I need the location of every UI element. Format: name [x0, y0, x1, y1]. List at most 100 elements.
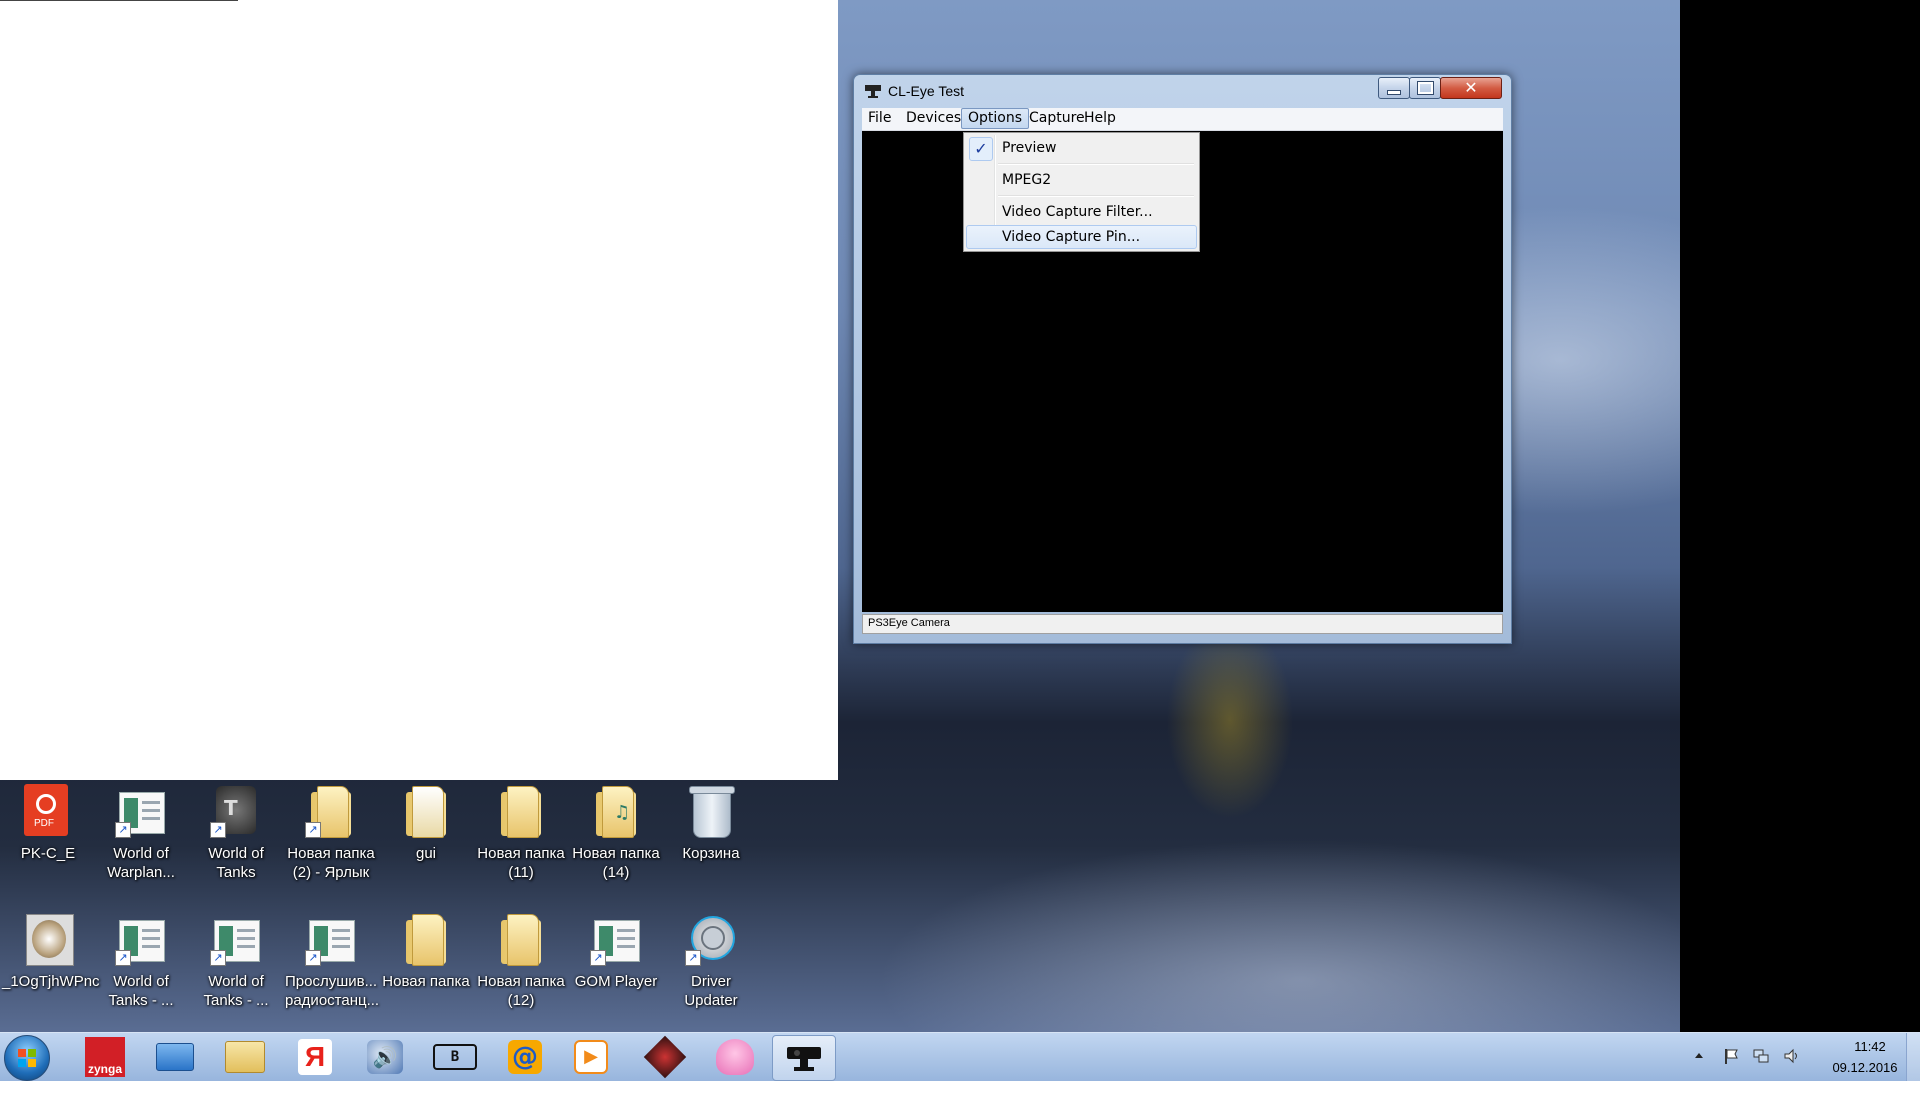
taskbar-mail[interactable]: [144, 1035, 206, 1079]
menu-item-label: Video Capture Filter...: [1002, 204, 1153, 220]
desktop-icon-label: Прослушив... радиостанц...: [285, 973, 380, 1009]
menu-devices[interactable]: Devices: [900, 109, 967, 128]
desktop-icon-label: PK-C_E: [20, 845, 76, 862]
desktop-icon-label: Корзина: [682, 845, 740, 862]
yandex-icon: Я: [298, 1039, 332, 1075]
desktop-icon-label: World of Tanks - ...: [108, 973, 174, 1009]
taskbar-volume-app[interactable]: 🔊: [354, 1035, 416, 1079]
desktop-icon-label: World of Warplan...: [107, 845, 175, 881]
window-title: CL-Eye Test: [888, 83, 964, 99]
taskbar-media-player[interactable]: ▶: [560, 1035, 622, 1079]
show-desktop-button[interactable]: [1906, 1033, 1920, 1081]
shortcut-app-icon: ↗: [305, 912, 355, 968]
pdf-icon: PDF: [24, 784, 72, 840]
desktop-icon-label: Новая папка (11): [477, 845, 565, 881]
music-folder-icon: ♫: [592, 784, 640, 840]
speaker-icon[interactable]: [1782, 1047, 1800, 1065]
recycle-bin-icon: [687, 784, 735, 840]
clock-date[interactable]: 09.12.2016: [1820, 1060, 1910, 1075]
desktop-icon-label: Driver Updater: [684, 973, 738, 1009]
desktop-icon-world-of-tanks-3[interactable]: ↗ World of Tanks - ...: [190, 908, 282, 1028]
menu-item-label: Preview: [1002, 140, 1057, 156]
shortcut-app-icon: ↗: [210, 912, 260, 968]
taskbar-mail-ru[interactable]: @: [494, 1035, 556, 1079]
folder-icon: [402, 912, 450, 968]
mail-icon: [156, 1043, 194, 1071]
taskbar-zynga[interactable]: zynga: [74, 1035, 136, 1079]
menu-item-mpeg2[interactable]: MPEG2: [966, 167, 1195, 193]
maximize-button[interactable]: [1409, 77, 1441, 99]
network-icon[interactable]: [1752, 1047, 1770, 1065]
desktop-icon-1ogtjhwpnc[interactable]: _1OgTjhWPnc: [2, 908, 100, 1028]
game-icon: [643, 1035, 687, 1079]
mail-ru-icon: @: [508, 1040, 542, 1074]
menu-item-preview[interactable]: ✓ Preview: [966, 135, 1195, 161]
minimize-button[interactable]: [1378, 77, 1410, 99]
desktop-icon-label: Новая папка (14): [572, 845, 660, 881]
menu-help[interactable]: Help: [1078, 109, 1122, 128]
desktop-icon-folder-11[interactable]: Новая папка (11): [475, 780, 567, 900]
menu-bar: File Devices Options Capture Help: [862, 108, 1503, 131]
folder-icon: [497, 912, 545, 968]
taskbar-yandex[interactable]: Я: [284, 1035, 346, 1079]
desktop-icon-folder-14[interactable]: ♫ Новая папка (14): [570, 780, 662, 900]
checkmark-icon: ✓: [969, 137, 993, 161]
taskbar: zynga Я 🔊 B @ ▶ 11:42 09.12.2016: [0, 1032, 1920, 1081]
start-button[interactable]: [4, 1035, 50, 1081]
camera-icon: [787, 1047, 821, 1071]
shortcut-app-icon: ↗: [590, 912, 640, 968]
close-button[interactable]: ✕: [1440, 77, 1502, 99]
desktop-icon-label: World of Tanks: [208, 845, 264, 881]
menu-item-video-capture-pin[interactable]: Video Capture Pin...: [966, 225, 1197, 249]
desktop-icon-pk-c-e[interactable]: PDF PK-C_E: [2, 780, 94, 900]
taskbar-octopus[interactable]: [704, 1035, 766, 1079]
desktop-icon-recycle-bin[interactable]: Корзина: [665, 780, 757, 900]
menu-item-label: Video Capture Pin...: [1002, 229, 1141, 245]
action-center-flag-icon[interactable]: [1722, 1047, 1740, 1065]
close-icon: ✕: [1464, 78, 1478, 97]
status-bar: PS3Eye Camera: [862, 614, 1503, 634]
taskbar-game[interactable]: [634, 1035, 696, 1079]
desktop-icon-driver-updater[interactable]: ↗ Driver Updater: [665, 908, 757, 1028]
bird-icon: B: [433, 1044, 477, 1070]
driver-updater-icon: ↗: [685, 912, 735, 968]
windows-logo-icon: [18, 1049, 36, 1067]
desktop-icon-label: _1OgTjhWPnc: [2, 973, 100, 990]
desktop-icon-world-of-warplanes[interactable]: ↗ World of Warplan...: [95, 780, 187, 900]
show-hidden-icons-arrow-icon[interactable]: [1690, 1047, 1708, 1065]
desktop-icon-gui[interactable]: gui: [380, 780, 472, 900]
taskbar-bird[interactable]: B: [424, 1035, 486, 1079]
menu-item-label: MPEG2: [1002, 172, 1052, 188]
folder-shortcut-icon: ↗: [305, 784, 355, 840]
world-of-tanks-icon: T ↗: [210, 784, 260, 840]
desktop-icon-label: Новая папка: [382, 973, 470, 990]
explorer-icon: [225, 1041, 265, 1073]
clock-time[interactable]: 11:42: [1838, 1039, 1902, 1054]
desktop-icon-world-of-tanks[interactable]: T ↗ World of Tanks: [190, 780, 282, 900]
menu-options[interactable]: Options: [961, 108, 1030, 129]
menu-file[interactable]: File: [862, 109, 897, 128]
desktop-icon-folder-12[interactable]: Новая папка (12): [475, 908, 567, 1028]
desktop-icon-world-of-tanks-2[interactable]: ↗ World of Tanks - ...: [95, 908, 187, 1028]
menu-item-video-capture-filter[interactable]: Video Capture Filter...: [966, 199, 1195, 225]
blank-white-window: [0, 0, 838, 780]
desktop-icon-label: Новая папка (12): [477, 973, 565, 1009]
menu-separator: [998, 195, 1194, 197]
desktop-icon-gom-player[interactable]: ↗ GOM Player: [570, 908, 662, 1028]
desktop-icon-label: GOM Player: [574, 973, 658, 990]
folder-icon: [497, 784, 545, 840]
taskbar-explorer[interactable]: [214, 1035, 276, 1079]
menu-separator: [998, 163, 1194, 165]
media-player-icon: ▶: [574, 1040, 608, 1074]
minimize-icon: [1387, 89, 1401, 95]
taskbar-camera-active[interactable]: [772, 1035, 836, 1081]
desktop-icon-radio[interactable]: ↗ Прослушив... радиостанц...: [285, 908, 380, 1028]
octopus-icon: [716, 1039, 754, 1075]
desktop-icon-folder-2-shortcut[interactable]: ↗ Новая папка (2) - Ярлык: [285, 780, 377, 900]
white-window-edge: [0, 0, 238, 1]
desktop-icon-folder-new[interactable]: Новая папка: [380, 908, 472, 1028]
volume-app-icon: 🔊: [367, 1040, 403, 1074]
image-file-icon: [24, 912, 74, 968]
status-text: PS3Eye Camera: [868, 617, 950, 629]
shortcut-app-icon: ↗: [115, 784, 165, 840]
